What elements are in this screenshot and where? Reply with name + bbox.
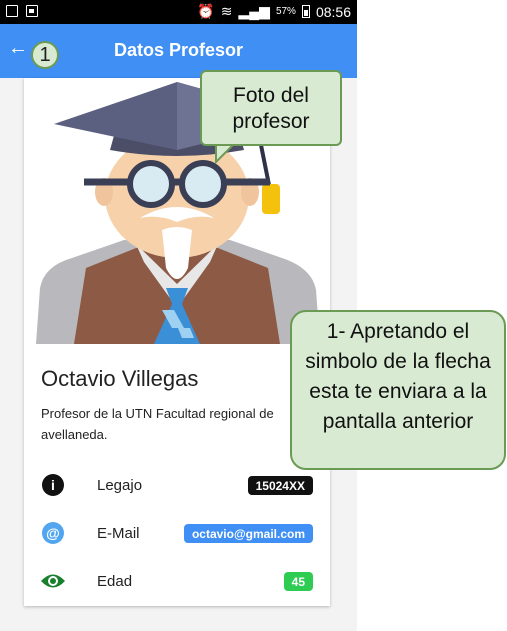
at-icon: @ bbox=[42, 522, 64, 544]
alarm-icon: ⏰ bbox=[197, 3, 215, 19]
legajo-label: Legajo bbox=[97, 477, 143, 494]
profile-description: Profesor de la UTN Facultad regional de … bbox=[41, 406, 274, 442]
info-row-edad: Edad 45 bbox=[24, 566, 330, 598]
screen-notification-icon bbox=[26, 5, 38, 17]
callout-back-arrow: 1- Apretando el simbolo de la flecha est… bbox=[290, 310, 506, 470]
battery-percent: 57% bbox=[275, 6, 296, 17]
clock: 08:56 bbox=[315, 3, 351, 20]
edad-label: Edad bbox=[97, 573, 133, 590]
wifi-icon: ≋ bbox=[220, 3, 233, 19]
info-row-email: @ E-Mail octavio@gmail.com bbox=[24, 518, 330, 550]
signal-icon: ▂▄▆ bbox=[238, 3, 270, 19]
notification-icons bbox=[6, 5, 38, 17]
step-number-badge: 1 bbox=[31, 41, 59, 69]
status-right: ⏰ ≋ ▂▄▆ 57% 08:56 bbox=[197, 3, 351, 20]
info-row-legajo: i Legajo 15024XX bbox=[24, 470, 330, 502]
eye-icon bbox=[41, 574, 65, 588]
status-bar: ⏰ ≋ ▂▄▆ 57% 08:56 bbox=[0, 0, 357, 24]
email-label: E-Mail bbox=[97, 525, 140, 542]
battery-icon bbox=[301, 5, 310, 18]
profile-card: Octavio Villegas Profesor de la UTN Facu… bbox=[24, 78, 330, 606]
edad-value: 45 bbox=[283, 572, 313, 591]
profile-name: Octavio Villegas bbox=[41, 366, 199, 391]
legajo-value: 15024XX bbox=[247, 476, 313, 495]
email-value: octavio@gmail.com bbox=[183, 524, 313, 543]
callout-photo: Foto del profesor bbox=[200, 70, 342, 146]
info-icon: i bbox=[42, 474, 64, 496]
gallery-notification-icon bbox=[6, 5, 18, 17]
